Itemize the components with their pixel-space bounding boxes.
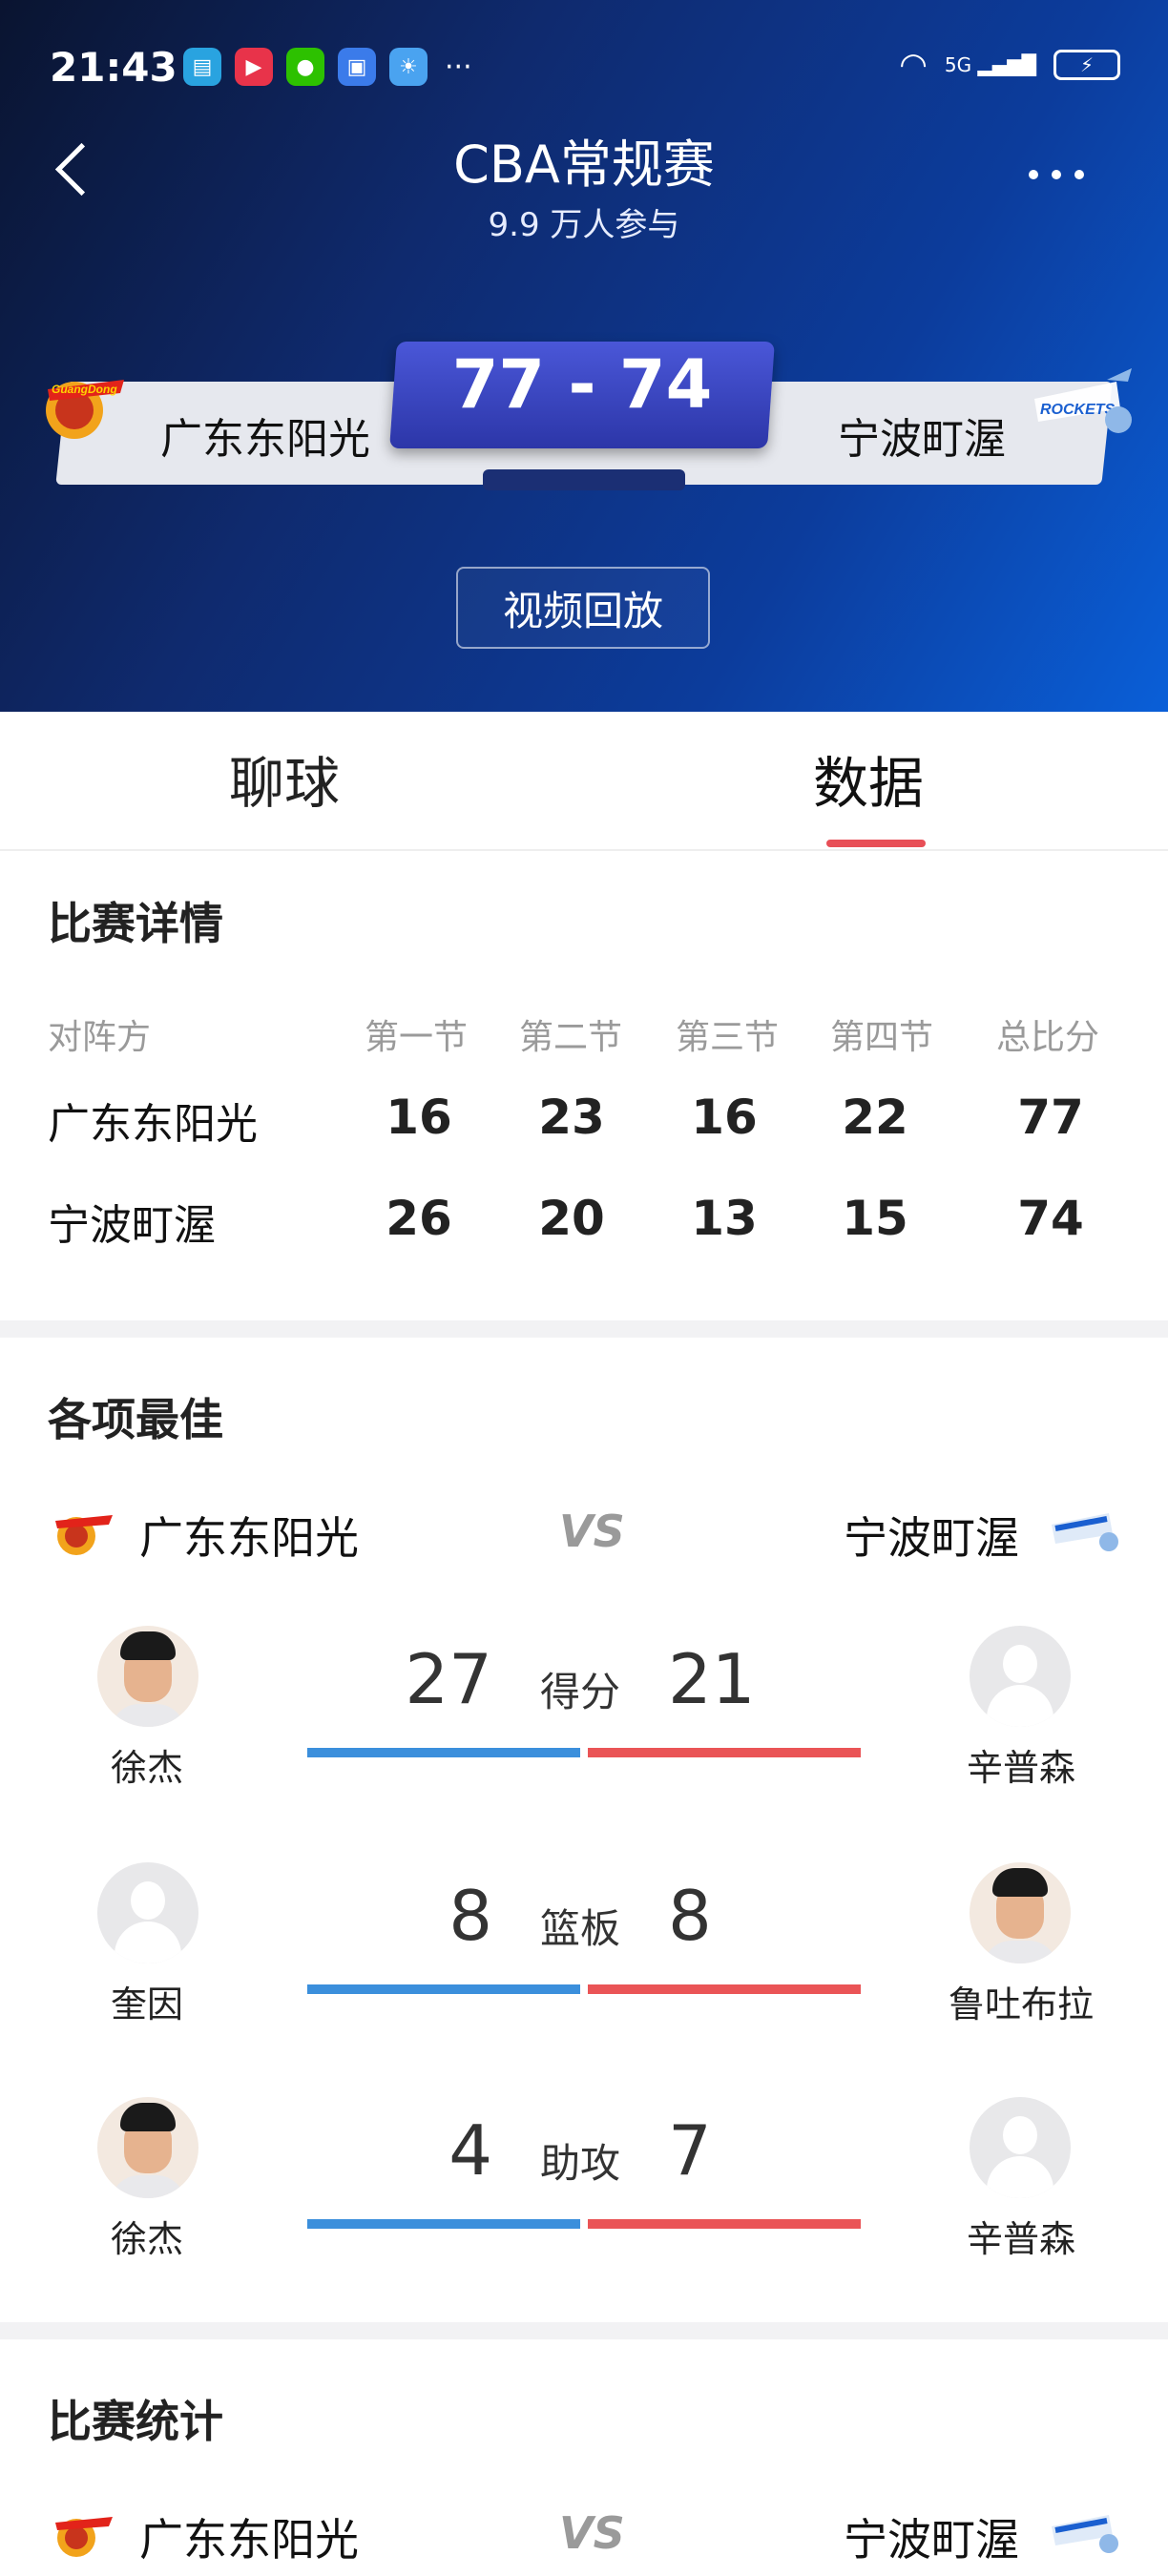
wechat-icon: ●: [286, 48, 324, 86]
more-options-icon[interactable]: [1029, 170, 1084, 179]
section-divider: [0, 2322, 1168, 2339]
player-name-away-points[interactable]: 辛普森: [926, 1738, 1116, 1791]
section-title-best: 各项最佳: [48, 1394, 223, 1445]
player-name-home-assists[interactable]: 徐杰: [52, 2210, 242, 2262]
player-name-home-points[interactable]: 徐杰: [52, 1738, 242, 1791]
away-team-name: 宁波町渥: [838, 415, 1006, 464]
home-team-small-logo: [46, 1504, 118, 1559]
tab-chat[interactable]: 聊球: [229, 738, 340, 819]
away-team-small-logo: [1046, 1500, 1122, 1559]
player-name-away-assists[interactable]: 辛普森: [926, 2210, 1116, 2262]
home-rebounds-value: 8: [448, 1876, 492, 1956]
best-home-team-name: 广东东阳光: [139, 1512, 359, 1564]
home-points-bar: [307, 1748, 580, 1757]
weather-app-icon: ☀: [389, 48, 428, 86]
best-away-team-name: 宁波町渥: [844, 1512, 1019, 1564]
notification-icons: ▤ ▶ ● ▣ ☀ ···: [183, 48, 472, 86]
away-team-logo: ROCKETS: [1025, 361, 1139, 447]
home-assists-value: 4: [448, 2110, 492, 2191]
column-header-q3: 第三节: [676, 1018, 780, 1057]
away-q2-score: 20: [538, 1191, 605, 1246]
section-title-stats: 比赛统计: [48, 2396, 223, 2447]
away-team-small-logo: [1046, 2502, 1122, 2561]
away-total-score: 74: [1017, 1191, 1084, 1246]
home-q4-score: 22: [842, 1090, 908, 1145]
home-points-value: 27: [405, 1639, 492, 1719]
page-title: CBA常规赛: [453, 135, 715, 195]
away-rebounds-value: 8: [668, 1876, 712, 1956]
away-q3-score: 13: [691, 1191, 758, 1246]
system-icons: ◠ 5G ▂▄▆█ ⚡: [899, 46, 1120, 84]
column-header-total: 总比分: [996, 1018, 1100, 1057]
home-q2-score: 23: [538, 1090, 605, 1145]
column-header-team: 对阵方: [48, 1018, 152, 1057]
wifi-icon: ◠: [899, 46, 928, 84]
video-app-icon: ▶: [235, 48, 273, 86]
status-bar: 21:43 ▤ ▶ ● ▣ ☀ ··· ◠ 5G ▂▄▆█ ⚡: [0, 0, 1168, 134]
network-type: 5G: [944, 53, 972, 76]
home-total-score: 77: [1017, 1090, 1084, 1145]
player-avatar-away-assists[interactable]: [970, 2097, 1071, 2198]
active-tab-indicator: [826, 840, 926, 847]
tab-bar: 聊球 数据: [0, 712, 1168, 851]
vs-label: VS: [559, 2507, 625, 2559]
away-assists-bar: [588, 2219, 861, 2229]
column-header-q1: 第一节: [365, 1018, 469, 1057]
detail-row-away-team: 宁波町渥: [48, 1201, 216, 1250]
away-rebounds-bar: [588, 1984, 861, 1994]
final-score: 77 - 74: [451, 345, 713, 424]
book-app-icon: ▤: [183, 48, 221, 86]
away-q4-score: 15: [842, 1191, 908, 1246]
home-logo-text: GuangDong: [52, 383, 117, 396]
battery-icon: ⚡: [1053, 50, 1120, 80]
away-points-value: 21: [668, 1639, 756, 1719]
column-header-q2: 第二节: [519, 1018, 623, 1057]
stat-label-points: 得分: [539, 1669, 620, 1715]
tab-data[interactable]: 数据: [813, 738, 924, 819]
home-q1-score: 16: [386, 1090, 452, 1145]
stats-away-team-name: 宁波町渥: [844, 2514, 1019, 2566]
score-bar-notch: [483, 469, 685, 490]
player-avatar-away-rebounds[interactable]: [970, 1862, 1071, 1963]
section-title-match-detail: 比赛详情: [48, 898, 223, 949]
vs-label: VS: [559, 1506, 625, 1557]
stat-label-rebounds: 篮板: [539, 1905, 620, 1952]
more-notifications-icon: ···: [445, 50, 472, 84]
player-avatar-away-points[interactable]: [970, 1626, 1071, 1727]
home-rebounds-bar: [307, 1984, 580, 1994]
section-divider: [0, 1320, 1168, 1338]
column-header-q4: 第四节: [830, 1018, 934, 1057]
video-replay-button[interactable]: 视频回放: [456, 567, 710, 649]
files-app-icon: ▣: [338, 48, 376, 86]
player-avatar-home-rebounds[interactable]: [97, 1862, 198, 1963]
match-header: 21:43 ▤ ▶ ● ▣ ☀ ··· ◠ 5G ▂▄▆█ ⚡ CBA常规赛 9…: [0, 0, 1168, 712]
stat-label-assists: 助攻: [539, 2140, 620, 2187]
status-time: 21:43: [50, 44, 177, 91]
player-avatar-home-points[interactable]: [97, 1626, 198, 1727]
stats-home-team-name: 广东东阳光: [139, 2514, 359, 2566]
away-assists-value: 7: [668, 2110, 712, 2191]
away-q1-score: 26: [386, 1191, 452, 1246]
away-logo-text: ROCKETS: [1040, 402, 1116, 418]
home-q3-score: 16: [691, 1090, 758, 1145]
home-team-small-logo: [46, 2505, 118, 2561]
participants-count: 9.9 万人参与: [488, 206, 680, 244]
player-name-home-rebounds[interactable]: 奎因: [52, 1975, 242, 2027]
detail-row-home-team: 广东东阳光: [48, 1100, 258, 1149]
player-name-away-rebounds[interactable]: 鲁吐布拉: [926, 1975, 1116, 2027]
home-assists-bar: [307, 2219, 580, 2229]
player-avatar-home-assists[interactable]: [97, 2097, 198, 2198]
signal-icon: 5G ▂▄▆█: [944, 53, 1036, 76]
away-points-bar: [588, 1748, 861, 1757]
home-team-name: 广东东阳光: [160, 415, 370, 464]
home-team-logo: GuangDong: [29, 361, 143, 447]
